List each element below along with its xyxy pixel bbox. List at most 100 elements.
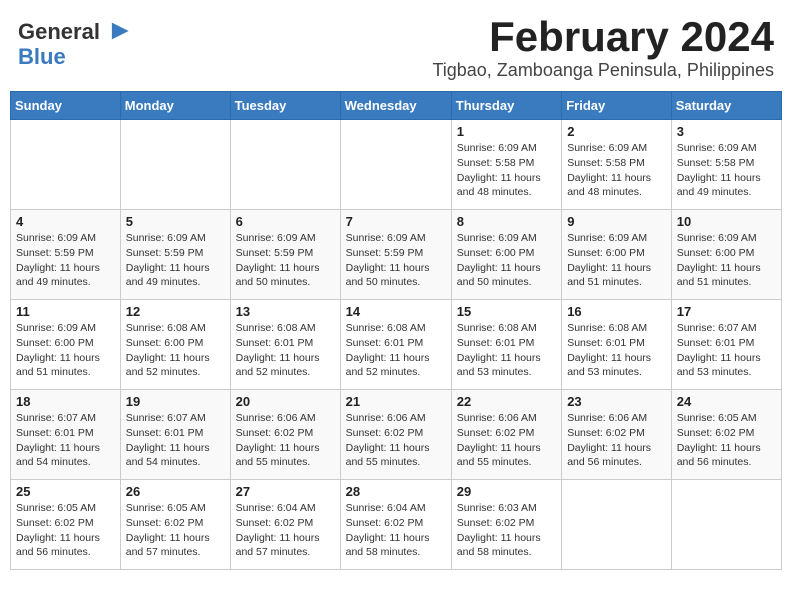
day-number: 5: [126, 214, 225, 229]
calendar-cell: 19 Sunrise: 6:07 AM Sunset: 6:01 PM Dayli…: [120, 390, 230, 480]
day-info: Sunrise: 6:06 AM Sunset: 6:02 PM Dayligh…: [236, 411, 335, 470]
day-number: 25: [16, 484, 115, 499]
calendar-cell: 9Sunrise: 6:09 AM Sunset: 6:00 PM Daylig…: [562, 210, 672, 300]
day-number: 29: [457, 484, 556, 499]
day-info: Sunrise: 6:06 AM Sunset: 6:02 PM Dayligh…: [457, 411, 556, 470]
day-number: 12: [126, 304, 225, 319]
calendar-cell: 3 Sunrise: 6:09 AM Sunset: 5:58 PM Daylig…: [671, 120, 781, 210]
day-number: 16: [567, 304, 666, 319]
day-info: Sunrise: 6:08 AM Sunset: 6:01 PM Dayligh…: [346, 321, 446, 380]
day-number: 21: [346, 394, 446, 409]
day-number: 1: [457, 124, 556, 139]
calendar-cell: 24 Sunrise: 6:05 AM Sunset: 6:02 PM Dayli…: [671, 390, 781, 480]
day-number: 11: [16, 304, 115, 319]
day-number: 8: [457, 214, 556, 229]
day-info: Sunrise: 6:08 AM Sunset: 6:01 PM Dayligh…: [236, 321, 335, 380]
day-info: Sunrise: 6:04 AM Sunset: 6:02 PM Dayligh…: [236, 501, 335, 560]
logo-blue-text: Blue: [18, 44, 66, 69]
day-info: Sunrise: 6:06 AM Sunset: 6:02 PM Dayligh…: [346, 411, 446, 470]
month-title: February 2024: [432, 14, 774, 60]
calendar-cell: 10 Sunrise: 6:09 AM Sunset: 6:00 PM Dayli…: [671, 210, 781, 300]
calendar-cell: 17 Sunrise: 6:07 AM Sunset: 6:01 PM Dayli…: [671, 300, 781, 390]
calendar-week: 11 Sunrise: 6:09 AM Sunset: 6:00 PM Dayli…: [11, 300, 782, 390]
day-number: 7: [346, 214, 446, 229]
weekday-header: Sunday: [11, 92, 121, 120]
day-info: Sunrise: 6:09 AM Sunset: 5:58 PM Dayligh…: [677, 141, 776, 200]
day-info: Sunrise: 6:05 AM Sunset: 6:02 PM Dayligh…: [677, 411, 776, 470]
calendar-cell: 18 Sunrise: 6:07 AM Sunset: 6:01 PM Dayli…: [11, 390, 121, 480]
day-number: 26: [126, 484, 225, 499]
day-info: Sunrise: 6:05 AM Sunset: 6:02 PM Dayligh…: [126, 501, 225, 560]
day-info: Sunrise: 6:05 AM Sunset: 6:02 PM Dayligh…: [16, 501, 115, 560]
calendar-cell: 20 Sunrise: 6:06 AM Sunset: 6:02 PM Dayli…: [230, 390, 340, 480]
day-number: 19: [126, 394, 225, 409]
calendar-week: 4 Sunrise: 6:09 AM Sunset: 5:59 PM Daylig…: [11, 210, 782, 300]
calendar-cell: 11 Sunrise: 6:09 AM Sunset: 6:00 PM Dayli…: [11, 300, 121, 390]
calendar-cell: 6 Sunrise: 6:09 AM Sunset: 5:59 PM Daylig…: [230, 210, 340, 300]
day-info: Sunrise: 6:07 AM Sunset: 6:01 PM Dayligh…: [126, 411, 225, 470]
weekday-header: Tuesday: [230, 92, 340, 120]
calendar-cell: 29Sunrise: 6:03 AM Sunset: 6:02 PM Dayli…: [451, 480, 561, 570]
day-number: 3: [677, 124, 776, 139]
day-info: Sunrise: 6:04 AM Sunset: 6:02 PM Dayligh…: [346, 501, 446, 560]
day-info: Sunrise: 6:09 AM Sunset: 5:58 PM Dayligh…: [567, 141, 666, 200]
calendar-cell: 1Sunrise: 6:09 AM Sunset: 5:58 PM Daylig…: [451, 120, 561, 210]
calendar-cell: 12Sunrise: 6:08 AM Sunset: 6:00 PM Dayli…: [120, 300, 230, 390]
day-info: Sunrise: 6:09 AM Sunset: 6:00 PM Dayligh…: [677, 231, 776, 290]
location-title: Tigbao, Zamboanga Peninsula, Philippines: [432, 60, 774, 81]
calendar-cell: 16Sunrise: 6:08 AM Sunset: 6:01 PM Dayli…: [562, 300, 672, 390]
calendar-cell: 13 Sunrise: 6:08 AM Sunset: 6:01 PM Dayli…: [230, 300, 340, 390]
day-number: 22: [457, 394, 556, 409]
title-area: February 2024 Tigbao, Zamboanga Peninsul…: [432, 14, 774, 81]
calendar-cell: [11, 120, 121, 210]
day-info: Sunrise: 6:09 AM Sunset: 6:00 PM Dayligh…: [457, 231, 556, 290]
day-number: 27: [236, 484, 335, 499]
calendar-cell: 14 Sunrise: 6:08 AM Sunset: 6:01 PM Dayli…: [340, 300, 451, 390]
day-info: Sunrise: 6:07 AM Sunset: 6:01 PM Dayligh…: [16, 411, 115, 470]
day-info: Sunrise: 6:09 AM Sunset: 5:59 PM Dayligh…: [16, 231, 115, 290]
day-number: 17: [677, 304, 776, 319]
day-number: 4: [16, 214, 115, 229]
weekday-header: Thursday: [451, 92, 561, 120]
calendar-cell: 21 Sunrise: 6:06 AM Sunset: 6:02 PM Dayli…: [340, 390, 451, 480]
calendar-cell: 7 Sunrise: 6:09 AM Sunset: 5:59 PM Daylig…: [340, 210, 451, 300]
day-number: 20: [236, 394, 335, 409]
calendar-week: 18 Sunrise: 6:07 AM Sunset: 6:01 PM Dayli…: [11, 390, 782, 480]
calendar-cell: 15Sunrise: 6:08 AM Sunset: 6:01 PM Dayli…: [451, 300, 561, 390]
calendar-week: 25 Sunrise: 6:05 AM Sunset: 6:02 PM Dayli…: [11, 480, 782, 570]
day-number: 10: [677, 214, 776, 229]
day-info: Sunrise: 6:09 AM Sunset: 5:59 PM Dayligh…: [126, 231, 225, 290]
day-info: Sunrise: 6:09 AM Sunset: 6:00 PM Dayligh…: [16, 321, 115, 380]
calendar-cell: [340, 120, 451, 210]
day-number: 9: [567, 214, 666, 229]
calendar-cell: 2 Sunrise: 6:09 AM Sunset: 5:58 PM Daylig…: [562, 120, 672, 210]
calendar-cell: [671, 480, 781, 570]
weekday-header: Monday: [120, 92, 230, 120]
day-number: 6: [236, 214, 335, 229]
calendar-header: SundayMondayTuesdayWednesdayThursdayFrid…: [11, 92, 782, 120]
calendar-cell: [230, 120, 340, 210]
day-info: Sunrise: 6:07 AM Sunset: 6:01 PM Dayligh…: [677, 321, 776, 380]
calendar-cell: 22 Sunrise: 6:06 AM Sunset: 6:02 PM Dayli…: [451, 390, 561, 480]
calendar-cell: 28 Sunrise: 6:04 AM Sunset: 6:02 PM Dayli…: [340, 480, 451, 570]
day-number: 2: [567, 124, 666, 139]
day-number: 14: [346, 304, 446, 319]
weekday-header: Saturday: [671, 92, 781, 120]
calendar-cell: 26 Sunrise: 6:05 AM Sunset: 6:02 PM Dayli…: [120, 480, 230, 570]
day-info: Sunrise: 6:09 AM Sunset: 5:59 PM Dayligh…: [236, 231, 335, 290]
day-number: 18: [16, 394, 115, 409]
day-number: 28: [346, 484, 446, 499]
calendar-cell: 25 Sunrise: 6:05 AM Sunset: 6:02 PM Dayli…: [11, 480, 121, 570]
calendar-cell: 4 Sunrise: 6:09 AM Sunset: 5:59 PM Daylig…: [11, 210, 121, 300]
day-number: 24: [677, 394, 776, 409]
day-info: Sunrise: 6:06 AM Sunset: 6:02 PM Dayligh…: [567, 411, 666, 470]
day-number: 13: [236, 304, 335, 319]
weekday-header: Friday: [562, 92, 672, 120]
day-info: Sunrise: 6:09 AM Sunset: 5:59 PM Dayligh…: [346, 231, 446, 290]
weekday-header: Wednesday: [340, 92, 451, 120]
page-header: General ► Blue February 2024 Tigbao, Zam…: [10, 10, 782, 85]
calendar-cell: 8 Sunrise: 6:09 AM Sunset: 6:00 PM Daylig…: [451, 210, 561, 300]
day-number: 23: [567, 394, 666, 409]
calendar-cell: 23 Sunrise: 6:06 AM Sunset: 6:02 PM Dayli…: [562, 390, 672, 480]
day-info: Sunrise: 6:08 AM Sunset: 6:01 PM Dayligh…: [457, 321, 556, 380]
